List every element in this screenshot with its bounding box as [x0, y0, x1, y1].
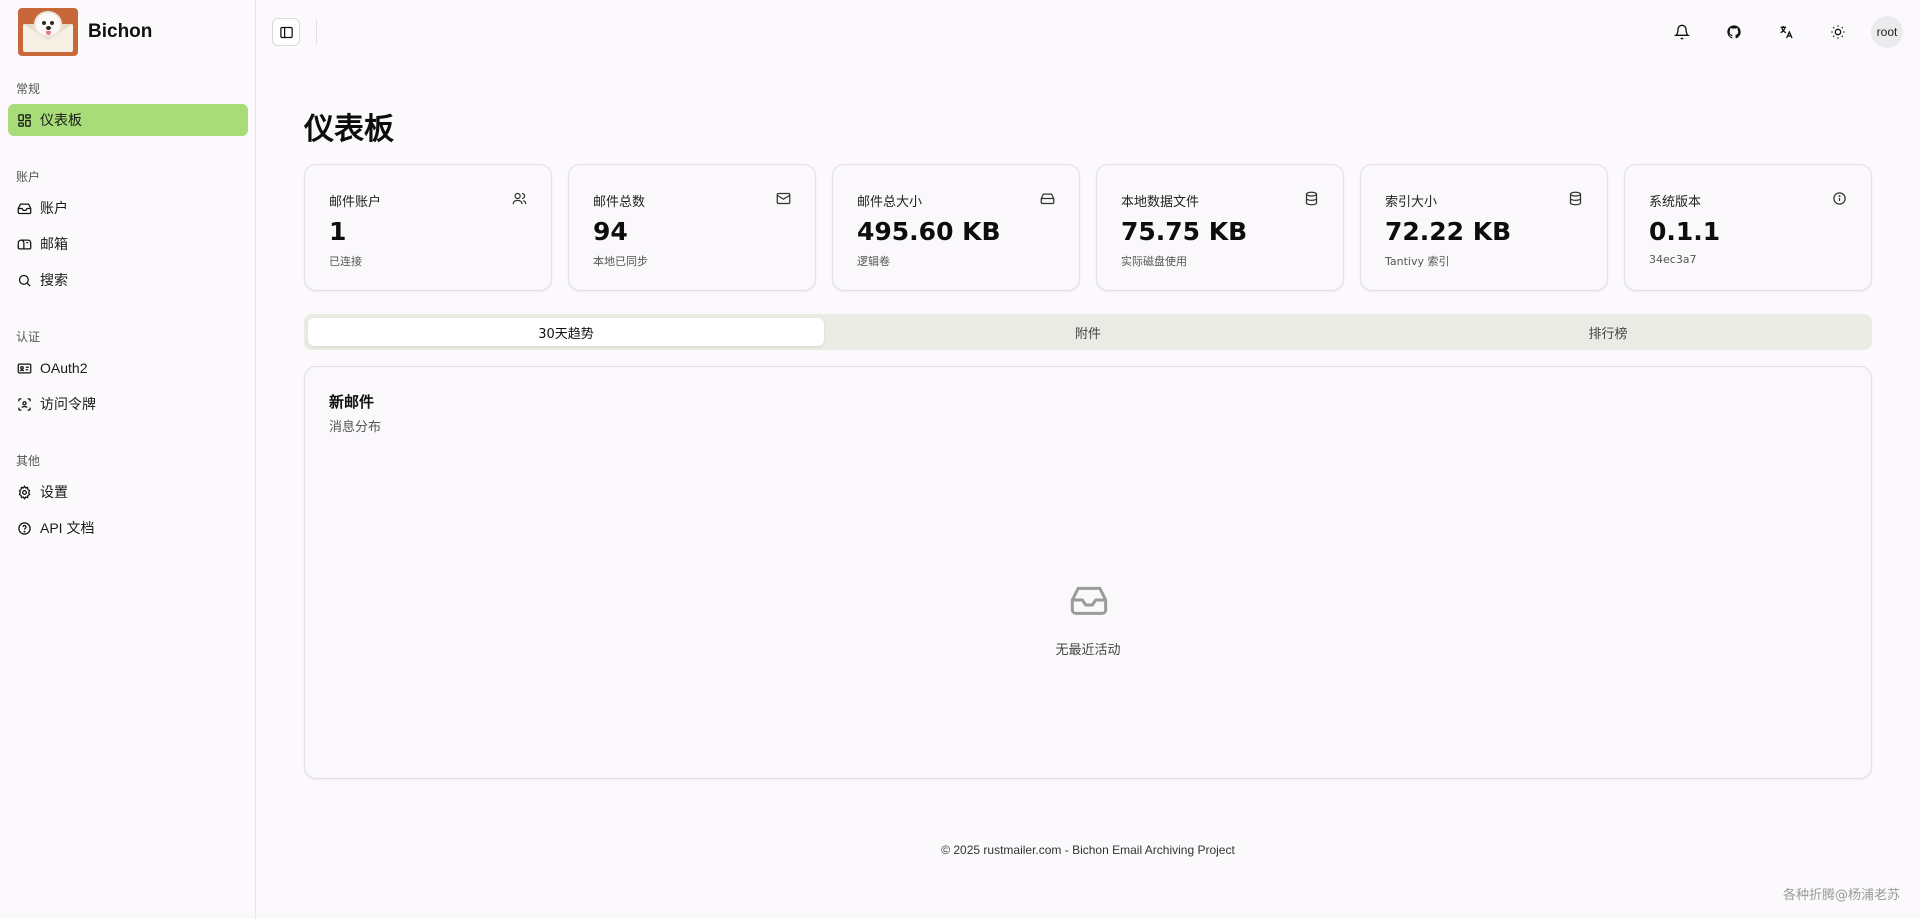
sidebar-item-search[interactable]: 搜索 — [8, 264, 248, 296]
stat-subtitle: Tantivy 索引 — [1385, 255, 1450, 268]
sidebar-item-dashboard[interactable]: 仪表板 — [8, 104, 248, 136]
stat-title: 邮件总数 — [593, 195, 646, 210]
hard-drive-icon — [1040, 193, 1055, 205]
bell-icon — [1674, 24, 1690, 40]
id-card-icon — [17, 363, 32, 373]
sidebar-item-label: 搜索 — [40, 272, 68, 288]
section-label-other: 其他 — [16, 454, 41, 468]
sidebar-item-oauth2[interactable]: OAuth2 — [8, 352, 248, 384]
sidebar-item-access-tokens[interactable]: 访问令牌 — [8, 388, 248, 420]
stat-card-emails: 邮件总数 94 本地已同步 — [568, 164, 816, 291]
panel-subtitle: 消息分布 — [329, 420, 382, 435]
sidebar-item-label: 邮箱 — [40, 236, 68, 252]
notifications-button[interactable] — [1667, 18, 1697, 46]
sidebar-item-label: OAuth2 — [40, 360, 88, 376]
database-icon — [1305, 191, 1318, 206]
tab-leaderboard[interactable]: 排行榜 — [1350, 318, 1866, 346]
stat-card-accounts: 邮件账户 1 已连接 — [304, 164, 552, 291]
sidebar-item-label: 账户 — [40, 200, 68, 216]
sidebar-item-label: 访问令牌 — [40, 396, 96, 412]
user-avatar[interactable]: root — [1871, 16, 1903, 48]
language-button[interactable] — [1771, 18, 1801, 46]
stat-title: 邮件总大小 — [857, 195, 923, 210]
tab-30-day-trend[interactable]: 30天趋势 — [308, 318, 824, 346]
section-label-auth: 认证 — [16, 330, 41, 344]
github-button[interactable] — [1719, 18, 1749, 46]
sidebar-item-accounts[interactable]: 账户 — [8, 192, 248, 224]
section-label-account: 账户 — [16, 170, 41, 184]
sidebar-item-label: API 文档 — [40, 520, 95, 536]
theme-toggle-button[interactable] — [1823, 18, 1853, 46]
app-logo — [18, 8, 78, 56]
watermark: 各种折腾@杨浦老苏 — [1782, 888, 1900, 903]
stat-subtitle: 34ec3a7 — [1649, 253, 1697, 266]
sidebar-item-settings[interactable]: 设置 — [8, 476, 248, 508]
help-circle-icon — [18, 521, 31, 535]
section-label-general: 常规 — [16, 82, 41, 96]
sidebar-item-mailboxes[interactable]: 邮箱 — [8, 228, 248, 260]
sidebar: Bichon 常规 仪表板 账户 账户 邮箱 搜索 认证 OAuth2 访问令牌… — [0, 0, 256, 919]
footer-text: © 2025 rustmailer.com - Bichon Email Arc… — [941, 843, 1235, 857]
stat-card-local-data: 本地数据文件 75.75 KB 实际磁盘使用 — [1096, 164, 1344, 291]
sidebar-item-label: 设置 — [40, 484, 68, 500]
scan-icon — [18, 397, 31, 411]
topbar-divider — [316, 20, 317, 44]
dashboard-tabs: 30天趋势 附件 排行榜 — [304, 314, 1872, 350]
stat-title: 系统版本 — [1649, 195, 1702, 210]
github-icon — [1727, 25, 1741, 39]
sidebar-item-label: 仪表板 — [40, 112, 82, 128]
mailbox-icon — [17, 239, 32, 249]
stat-value: 495.60 KB — [857, 217, 1001, 246]
inbox-empty-icon — [1070, 586, 1108, 615]
stat-value: 94 — [593, 217, 628, 246]
gear-icon — [18, 484, 31, 500]
stat-subtitle: 已连接 — [329, 255, 362, 268]
sidebar-toggle-button[interactable] — [272, 18, 300, 46]
tab-attachments[interactable]: 附件 — [830, 318, 1346, 346]
stat-title: 邮件账户 — [329, 195, 382, 210]
search-icon — [18, 274, 31, 287]
app-name: Bichon — [88, 21, 153, 42]
brand[interactable]: Bichon — [18, 8, 152, 56]
stat-value: 72.22 KB — [1385, 217, 1512, 246]
translate-icon — [1780, 26, 1793, 39]
database-icon — [1569, 191, 1582, 206]
inbox-icon — [17, 203, 32, 214]
stat-subtitle: 实际磁盘使用 — [1121, 255, 1187, 268]
stat-subtitle: 本地已同步 — [593, 255, 648, 268]
dashboard-icon — [18, 113, 31, 127]
stat-title: 本地数据文件 — [1121, 195, 1200, 210]
stat-title: 索引大小 — [1385, 195, 1438, 210]
sidebar-toggle-icon — [279, 26, 293, 38]
mail-icon — [776, 192, 791, 205]
panel-title: 新邮件 — [329, 393, 375, 411]
sun-icon — [1831, 25, 1845, 39]
empty-state-text: 无最近活动 — [1055, 643, 1121, 658]
users-icon — [512, 192, 527, 205]
stat-card-index-size: 索引大小 72.22 KB Tantivy 索引 — [1360, 164, 1608, 291]
stat-value: 75.75 KB — [1121, 217, 1248, 246]
info-icon — [1833, 192, 1846, 205]
stat-value: 1 — [329, 217, 347, 246]
sidebar-item-api-docs[interactable]: API 文档 — [8, 512, 248, 544]
page-title: 仪表板 — [304, 112, 394, 147]
stat-subtitle: 逻辑卷 — [857, 255, 890, 268]
stat-card-total-size: 邮件总大小 495.60 KB 逻辑卷 — [832, 164, 1080, 291]
stat-card-system-version: 系统版本 0.1.1 34ec3a7 — [1624, 164, 1872, 291]
new-emails-panel: 新邮件 消息分布 无最近活动 — [304, 366, 1872, 779]
stat-value: 0.1.1 — [1649, 217, 1721, 246]
